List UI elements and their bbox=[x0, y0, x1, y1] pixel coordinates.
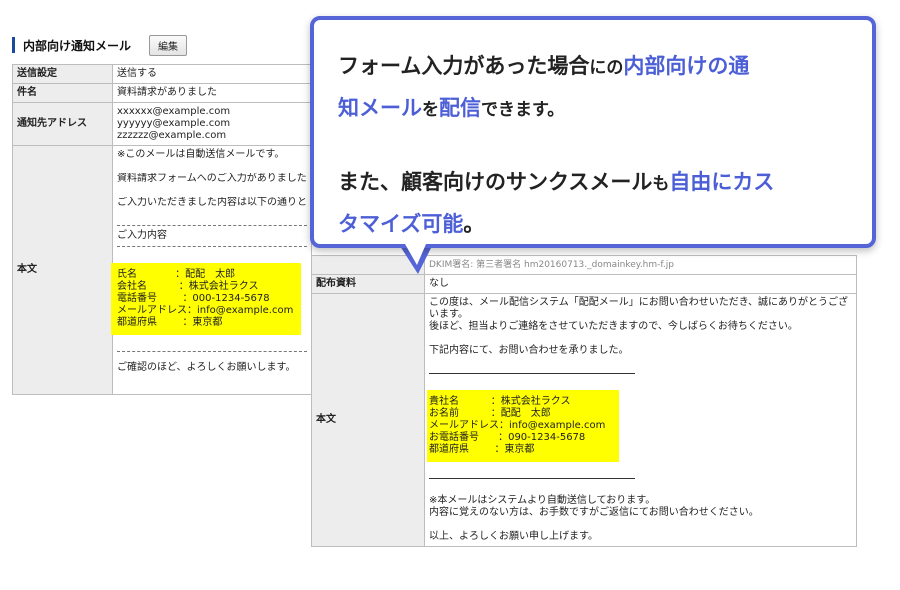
field-value: ：東京都 bbox=[182, 317, 223, 328]
callout-line: 知メールを配信できます。 bbox=[338, 88, 848, 130]
send-setting-value: 送信する bbox=[112, 64, 312, 84]
body-line: ご入力いただきました内容は以下の通りと bbox=[117, 197, 307, 208]
recipients-value: xxxxxx@example.com yyyyyy@example.com zz… bbox=[112, 102, 312, 146]
table-row: 配布資料 なし bbox=[311, 274, 857, 294]
callout-highlight: 知メール bbox=[338, 96, 422, 120]
distribution-label: 配布資料 bbox=[311, 274, 425, 294]
highlighted-fields: 氏名 ：配配 太郎 会社名 ：株式会社ラクス 電話番号 ：000-1234-56… bbox=[111, 263, 302, 335]
divider bbox=[117, 351, 307, 352]
feature-callout: フォーム入力があった場合にの内部向けの通 知メールを配信できます。 また、顧客向… bbox=[310, 16, 876, 248]
field-value: ：東京都 bbox=[494, 444, 535, 455]
field-key: お名前 bbox=[429, 408, 491, 419]
body-line: ※このメールは自動送信メールです。 bbox=[117, 149, 285, 160]
internal-notification-panel: 内部向け通知メール 編集 送信設定 送信する 件名 資料請求がありました 通知先… bbox=[12, 32, 312, 395]
recipient-address: yyyyyy@example.com bbox=[117, 118, 231, 129]
body-value: この度は、メール配信システム「配配メール」にお問い合わせいただき、誠にありがとう… bbox=[424, 293, 857, 547]
field-row: お名前 ：配配 太郎 bbox=[429, 408, 605, 420]
field-row: 会社名 ：株式会社ラクス bbox=[117, 281, 293, 293]
recipient-address: zzzzzz@example.com bbox=[117, 130, 227, 141]
subject-label: 件名 bbox=[12, 83, 113, 103]
callout-text: にの bbox=[589, 58, 624, 78]
field-value: ：090-1234-5678 bbox=[498, 432, 586, 443]
field-key: 電話番号 bbox=[117, 293, 183, 304]
field-value: ：配配 太郎 bbox=[490, 408, 551, 419]
thanks-mail-table: DKIM署名: 第三者署名 hm20160713._domainkey.hm-f… bbox=[311, 255, 857, 547]
field-row: 都道府県 ：東京都 bbox=[117, 317, 293, 329]
edit-button[interactable]: 編集 bbox=[149, 34, 188, 56]
body-line: ※本メールはシステムより自動送信しております。 bbox=[429, 495, 656, 506]
field-row: 貴社名 ：株式会社ラクス bbox=[429, 396, 605, 408]
field-value: ：株式会社ラクス bbox=[178, 281, 259, 292]
field-key: 氏名 bbox=[117, 269, 176, 280]
field-row: 都道府県 ：東京都 bbox=[429, 444, 605, 456]
thanks-mail-panel: DKIM署名: 第三者署名 hm20160713._domainkey.hm-f… bbox=[311, 255, 857, 547]
divider bbox=[117, 225, 307, 226]
send-setting-label: 送信設定 bbox=[12, 64, 113, 84]
field-row: 氏名 ：配配 太郎 bbox=[117, 269, 293, 281]
body-label: 本文 bbox=[12, 145, 113, 395]
callout-highlight: 自由にカス bbox=[669, 170, 775, 194]
field-row: メールアドレス ：info@example.com bbox=[429, 420, 605, 432]
callout-highlight: 内部向けの通 bbox=[623, 54, 750, 78]
field-key: 貴社名 bbox=[429, 396, 491, 407]
body-line: この度は、メール配信システム「配配メール」にお問い合わせいただき、誠にありがとう… bbox=[429, 297, 848, 320]
field-value: ：配配 太郎 bbox=[175, 269, 236, 280]
field-row: 電話番号 ：000-1234-5678 bbox=[117, 293, 293, 305]
callout-highlight: 配信 bbox=[439, 96, 481, 120]
field-value: ：株式会社ラクス bbox=[490, 396, 571, 407]
section-heading: ご入力内容 bbox=[117, 230, 167, 241]
table-row: 本文 ※このメールは自動送信メールです。 資料請求フォームへのご入力がありました… bbox=[12, 145, 312, 395]
divider bbox=[117, 246, 307, 247]
field-key: 会社名 bbox=[117, 281, 179, 292]
callout-text: フォーム入力があった場合 bbox=[338, 54, 590, 78]
divider bbox=[429, 478, 635, 479]
callout-text: できます。 bbox=[481, 100, 565, 120]
field-row: お電話番号 ：090-1234-5678 bbox=[429, 432, 605, 444]
body-line: ご確認のほど、よろしくお願いします。 bbox=[117, 362, 296, 373]
field-value: ：000-1234-5678 bbox=[182, 293, 270, 304]
settings-table: 送信設定 送信する 件名 資料請求がありました 通知先アドレス xxxxxx@e… bbox=[12, 64, 312, 395]
body-line: 後ほど、担当よりご連絡をさせていただきますので、今しばらくお待ちください。 bbox=[429, 321, 798, 332]
callout-line: フォーム入力があった場合にの内部向けの通 bbox=[338, 46, 848, 88]
callout-text: また、顧客向けのサンクスメール bbox=[338, 170, 653, 194]
field-key: 都道府県 bbox=[117, 317, 183, 328]
field-key: お電話番号 bbox=[429, 432, 499, 443]
field-key: メールアドレス bbox=[429, 420, 499, 431]
table-row: 件名 資料請求がありました bbox=[12, 83, 312, 103]
field-value: ：info@example.com bbox=[499, 420, 606, 431]
table-row: 送信設定 送信する bbox=[12, 64, 312, 84]
body-label: 本文 bbox=[311, 293, 425, 547]
callout-line: また、顧客向けのサンクスメールも自由にカス bbox=[338, 162, 848, 204]
recipient-address: xxxxxx@example.com bbox=[117, 106, 231, 117]
highlighted-fields: 貴社名 ：株式会社ラクス お名前 ：配配 太郎 メールアドレス ：info@exa… bbox=[427, 390, 620, 462]
callout-line: タマイズ可能。 bbox=[338, 204, 848, 244]
field-key: 都道府県 bbox=[429, 444, 495, 455]
table-row: DKIM署名: 第三者署名 hm20160713._domainkey.hm-f… bbox=[311, 255, 857, 275]
callout-text: 。 bbox=[463, 212, 485, 236]
dkim-value: DKIM署名: 第三者署名 hm20160713._domainkey.hm-f… bbox=[424, 255, 857, 275]
distribution-value: なし bbox=[424, 274, 857, 294]
callout-highlight: タマイズ可能 bbox=[338, 212, 464, 236]
callout-tail-inner bbox=[405, 244, 426, 265]
table-row: 通知先アドレス xxxxxx@example.com yyyyyy@exampl… bbox=[12, 102, 312, 146]
divider bbox=[429, 373, 635, 374]
body-line: 以上、よろしくお願い申し上げます。 bbox=[429, 531, 598, 542]
header-accent-bar bbox=[12, 37, 15, 53]
recipients-label: 通知先アドレス bbox=[12, 102, 113, 146]
body-line: 下記内容にて、お問い合わせを承りました。 bbox=[429, 345, 629, 356]
field-key: メールアドレス bbox=[117, 305, 187, 316]
field-row: メールアドレス ：info@example.com bbox=[117, 305, 293, 317]
body-line: 資料請求フォームへのご入力がありました bbox=[117, 173, 307, 184]
field-value: ：info@example.com bbox=[187, 305, 294, 316]
body-line: 内容に覚えのない方は、お手数ですがご返信にてお問い合わせください。 bbox=[429, 507, 759, 518]
panel-header: 内部向け通知メール 編集 bbox=[12, 32, 312, 58]
callout-text: も bbox=[652, 174, 670, 194]
table-row: 本文 この度は、メール配信システム「配配メール」にお問い合わせいただき、誠にあり… bbox=[311, 293, 857, 547]
panel-title: 内部向け通知メール bbox=[23, 38, 132, 53]
subject-value: 資料請求がありました bbox=[112, 83, 312, 103]
callout-text: を bbox=[422, 100, 439, 120]
body-value: ※このメールは自動送信メールです。 資料請求フォームへのご入力がありました ご入… bbox=[111, 145, 312, 395]
